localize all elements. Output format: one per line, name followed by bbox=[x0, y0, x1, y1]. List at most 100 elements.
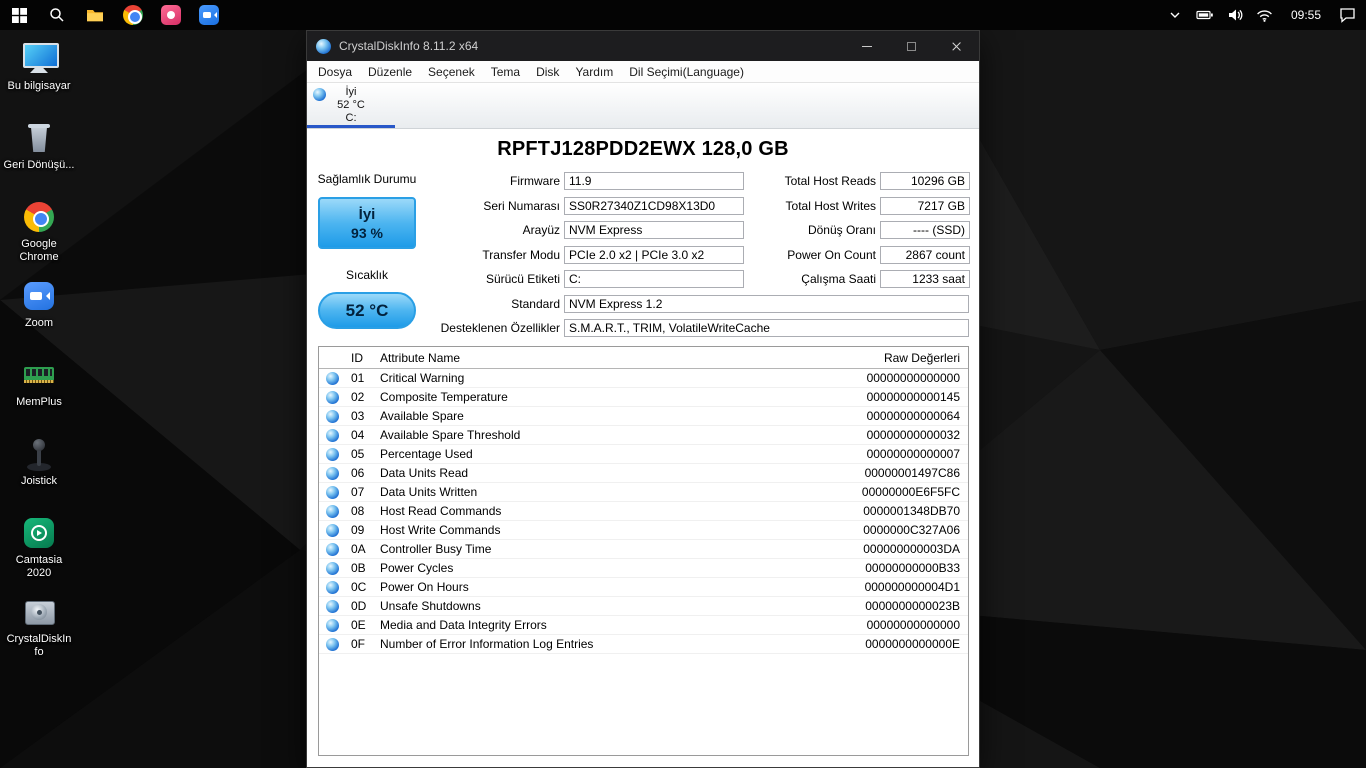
info-field-value: PCIe 2.0 x2 | PCIe 3.0 x2 bbox=[564, 245, 744, 264]
network-tray-button[interactable] bbox=[1250, 0, 1280, 30]
taskbar-left bbox=[0, 0, 228, 30]
smart-row: 0D Unsafe Shutdowns 0000000000023B bbox=[319, 597, 968, 616]
battery-icon bbox=[1196, 10, 1213, 20]
desktop-icons: Bu bilgisayar Geri Dönüşü... Google Chro… bbox=[2, 36, 76, 668]
desktop-icon-image bbox=[19, 118, 59, 158]
smart-row-name: Controller Busy Time bbox=[380, 542, 492, 556]
desktop-icon-label: CrystalDiskIn fo bbox=[6, 633, 72, 658]
desktop-icon[interactable]: Bu bilgisayar bbox=[2, 36, 76, 115]
window-titlebar[interactable]: CrystalDiskInfo 8.11.2 x64 bbox=[307, 31, 979, 61]
smart-row-id: 04 bbox=[351, 428, 365, 442]
system-tray: 09:55 bbox=[1160, 0, 1366, 30]
taskbar-clock: 09:55 bbox=[1290, 8, 1321, 22]
usage-field-value: 7217 GB bbox=[880, 196, 970, 215]
chrome-icon bbox=[123, 5, 143, 25]
smart-table: ID Attribute Name Raw Değerleri 01 Criti… bbox=[318, 346, 969, 756]
smart-row-raw: 000000000004D1 bbox=[864, 580, 960, 594]
smart-row-name: Composite Temperature bbox=[380, 390, 508, 404]
smart-row: 0E Media and Data Integrity Errors 00000… bbox=[319, 616, 968, 635]
smart-row-name: Available Spare bbox=[380, 409, 464, 423]
smart-status-orb-icon bbox=[326, 523, 339, 537]
smart-row: 01 Critical Warning 00000000000000 bbox=[319, 369, 968, 388]
smart-row-raw: 00000000000007 bbox=[866, 447, 960, 461]
menu-item[interactable]: Dosya bbox=[310, 61, 360, 83]
battery-tray-button[interactable] bbox=[1190, 0, 1220, 30]
desktop-icon-image bbox=[19, 276, 59, 316]
hidden-icons-button[interactable] bbox=[1160, 0, 1190, 30]
minimize-icon bbox=[861, 45, 872, 47]
desktop-icon[interactable]: Geri Dönüşü... bbox=[2, 115, 76, 194]
smart-table-header: ID Attribute Name Raw Değerleri bbox=[319, 347, 968, 369]
chrome-taskbar-button[interactable] bbox=[114, 0, 152, 30]
desktop-icon[interactable]: Camtasia 2020 bbox=[2, 510, 76, 589]
smart-status-orb-icon bbox=[326, 371, 339, 385]
clock-tray[interactable]: 09:55 bbox=[1280, 0, 1332, 30]
desktop-icon[interactable]: Zoom bbox=[2, 273, 76, 352]
smart-row-raw: 00000001497C86 bbox=[864, 466, 960, 480]
desktop-icon-image bbox=[19, 39, 59, 79]
smart-status-orb-icon bbox=[326, 637, 339, 651]
smart-row: 05 Percentage Used 00000000000007 bbox=[319, 445, 968, 464]
menu-item[interactable]: Seçenek bbox=[420, 61, 483, 83]
volume-tray-button[interactable] bbox=[1220, 0, 1250, 30]
taskbar-search-button[interactable] bbox=[38, 0, 76, 30]
smart-row-name: Media and Data Integrity Errors bbox=[380, 618, 547, 632]
minimize-button[interactable] bbox=[844, 31, 889, 61]
disk-tab-drive: C: bbox=[345, 112, 357, 124]
menu-item[interactable]: Yardım bbox=[567, 61, 621, 83]
smart-row-id: 03 bbox=[351, 409, 365, 423]
start-button[interactable] bbox=[0, 0, 38, 30]
desktop-icon[interactable]: Joistick bbox=[2, 431, 76, 510]
close-button[interactable] bbox=[934, 31, 979, 61]
usage-field-row: Total Host Reads 10296 GB bbox=[744, 169, 970, 194]
desktop-icon[interactable]: CrystalDiskIn fo bbox=[2, 589, 76, 668]
smart-status-orb-icon bbox=[326, 542, 339, 556]
action-center-button[interactable] bbox=[1332, 0, 1362, 30]
disk-tab-c[interactable]: İyi 52 °C C: bbox=[307, 83, 395, 128]
video-camera-app-icon bbox=[199, 5, 219, 25]
smart-row: 0F Number of Error Information Log Entri… bbox=[319, 635, 968, 654]
menu-item[interactable]: Disk bbox=[528, 61, 567, 83]
desktop-icon-image bbox=[19, 592, 59, 632]
info-field-label: Firmware bbox=[510, 174, 560, 189]
smart-row-raw: 00000000000000 bbox=[866, 371, 960, 385]
smart-status-orb-icon bbox=[326, 504, 339, 518]
disk-tab-temp: 52 °C bbox=[337, 99, 365, 111]
maximize-button[interactable] bbox=[889, 31, 934, 61]
smart-row-raw: 00000000000000 bbox=[866, 618, 960, 632]
smart-row-name: Number of Error Information Log Entries bbox=[380, 637, 594, 651]
smart-status-orb-icon bbox=[326, 618, 339, 632]
desktop-icon[interactable]: MemPlus bbox=[2, 352, 76, 431]
disk-tab-strip: İyi 52 °C C: bbox=[307, 83, 979, 129]
smart-row-raw: 00000000000B33 bbox=[865, 561, 960, 575]
desktop-icon[interactable]: Google Chrome bbox=[2, 194, 76, 273]
desktop-icon-image bbox=[19, 513, 59, 553]
smart-row: 03 Available Spare 00000000000064 bbox=[319, 407, 968, 426]
smart-row-raw: 00000000E6F5FC bbox=[861, 485, 960, 499]
menu-item[interactable]: Tema bbox=[483, 61, 528, 83]
smart-header-name: Attribute Name bbox=[380, 350, 461, 365]
smart-row-name: Available Spare Threshold bbox=[380, 428, 521, 442]
smart-row-id: 08 bbox=[351, 504, 365, 518]
smart-status-orb-icon bbox=[326, 561, 339, 575]
file-explorer-button[interactable] bbox=[76, 0, 114, 30]
menu-item[interactable]: Düzenle bbox=[360, 61, 420, 83]
usage-field-row: Power On Count 2867 count bbox=[744, 243, 970, 268]
smart-table-body: 01 Critical Warning 00000000000000 02 Co… bbox=[319, 369, 968, 654]
info-field-row: Standard NVM Express 1.2 bbox=[307, 292, 969, 317]
chevron-down-icon bbox=[1170, 12, 1180, 18]
smart-row-id: 06 bbox=[351, 466, 365, 480]
crystaldiskinfo-window: CrystalDiskInfo 8.11.2 x64 Dosya Düzenle… bbox=[306, 30, 980, 768]
app-window-icon bbox=[316, 38, 331, 54]
usage-field-value: ---- (SSD) bbox=[880, 221, 970, 240]
smart-row-name: Host Read Commands bbox=[380, 504, 502, 518]
smart-row-id: 0C bbox=[351, 580, 367, 594]
smart-status-orb-icon bbox=[326, 428, 339, 442]
zoom-taskbar-button[interactable] bbox=[190, 0, 228, 30]
smart-row-raw: 0000000C327A06 bbox=[863, 523, 960, 537]
pink-app-taskbar-button[interactable] bbox=[152, 0, 190, 30]
close-icon bbox=[951, 41, 962, 52]
speaker-icon bbox=[1228, 9, 1243, 21]
menu-item[interactable]: Dil Seçimi(Language) bbox=[621, 61, 752, 83]
search-icon bbox=[50, 8, 64, 22]
